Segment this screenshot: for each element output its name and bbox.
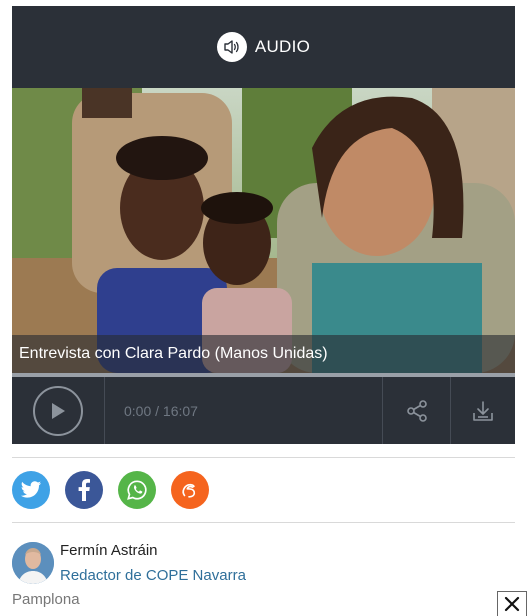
divider — [12, 457, 515, 458]
meneame-icon — [182, 483, 196, 498]
facebook-icon — [78, 479, 90, 501]
episode-photo: Entrevista con Clara Pardo (Manos Unidas… — [12, 88, 515, 373]
twitter-share-button[interactable] — [12, 471, 50, 509]
author-avatar[interactable] — [12, 542, 54, 584]
audio-title: Entrevista con Clara Pardo (Manos Unidas… — [19, 345, 328, 362]
audio-caption: Entrevista con Clara Pardo (Manos Unidas… — [12, 335, 515, 373]
audio-label: AUDIO — [254, 37, 311, 56]
download-icon — [472, 400, 493, 421]
audio-header: AUDIO — [12, 6, 515, 88]
divider — [12, 522, 515, 523]
facebook-share-button[interactable] — [65, 471, 103, 509]
share-icon — [406, 399, 427, 422]
play-button[interactable] — [33, 385, 83, 436]
speaker-icon — [216, 32, 247, 62]
close-button[interactable] — [497, 591, 527, 616]
audio-player-card: AUDIO Entrevista con Clara Pardo (Manos … — [12, 6, 515, 444]
play-cell — [12, 377, 105, 444]
author-role[interactable]: Redactor de COPE Navarra — [60, 567, 246, 584]
time-display: 0:00 / 16:07 — [124, 402, 198, 419]
share-button[interactable] — [382, 377, 451, 444]
player-controls: 0:00 / 16:07 — [12, 377, 515, 444]
whatsapp-icon — [127, 480, 147, 500]
download-button[interactable] — [450, 377, 515, 444]
meneame-share-button[interactable] — [171, 471, 209, 509]
author-name[interactable]: Fermín Astráin — [60, 542, 158, 559]
whatsapp-share-button[interactable] — [118, 471, 156, 509]
social-share-bar — [12, 471, 209, 509]
author-location: Pamplona — [12, 591, 80, 608]
play-icon — [52, 402, 65, 419]
close-icon — [504, 596, 520, 612]
twitter-icon — [20, 481, 42, 498]
author-block: Fermín Astráin Redactor de COPE Navarra … — [12, 538, 515, 616]
